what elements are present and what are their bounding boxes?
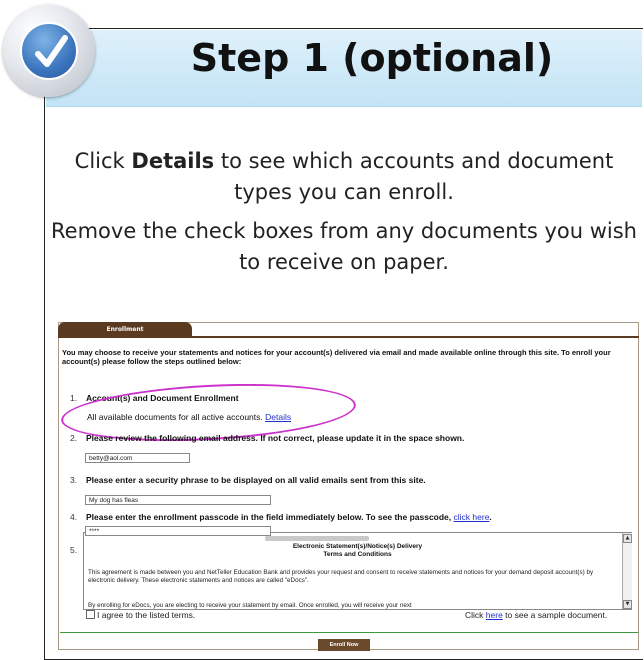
step3-title: Please enter a security phrase to be dis… xyxy=(86,475,426,485)
checkmark-badge-icon xyxy=(3,5,95,97)
security-phrase-field[interactable]: My dog has fleas xyxy=(85,495,271,505)
terms-paragraph-1: This agreement is made between you and N… xyxy=(88,569,594,584)
enrollment-intro-text: You may choose to receive your statement… xyxy=(62,348,611,366)
terms-paragraph-2: By enrolling for eDocs, you are electing… xyxy=(88,602,412,609)
agree-label: I agree to the listed terms. xyxy=(97,610,196,620)
step4-number: 4. xyxy=(70,512,78,522)
step2-number: 2. xyxy=(70,433,78,443)
scroll-down-icon[interactable]: ▼ xyxy=(623,600,632,609)
step2-title: Please review the following email addres… xyxy=(86,433,465,443)
tab-underline xyxy=(58,336,639,338)
agree-checkbox[interactable] xyxy=(86,610,95,619)
divider-rule xyxy=(60,632,638,633)
enroll-now-button[interactable]: Enroll Now xyxy=(318,639,370,651)
sample-here-link[interactable]: here xyxy=(486,610,503,620)
step-title: Step 1 (optional) xyxy=(190,36,554,80)
step3-number: 3. xyxy=(70,475,78,485)
passcode-click-here-link[interactable]: click here xyxy=(454,512,490,522)
agree-terms[interactable]: I agree to the listed terms. xyxy=(86,610,195,620)
terms-title: Electronic Statement(s)/Notice(s) Delive… xyxy=(292,543,423,550)
terms-scrollbar[interactable] xyxy=(622,533,632,609)
step5-number: 5. xyxy=(70,545,78,555)
step1-number: 1. xyxy=(70,393,78,403)
email-field[interactable]: betty@aol.com xyxy=(85,453,190,463)
redacted-bank-name xyxy=(265,536,369,541)
intro-paper-instruction: Remove the check boxes from any document… xyxy=(51,219,637,274)
intro-details-instruction: Click Details to see which accounts and … xyxy=(74,149,614,204)
step4-title: Please enter the enrollment passcode in … xyxy=(86,512,492,522)
scroll-up-icon[interactable]: ▲ xyxy=(623,534,632,543)
tab-enrollment[interactable]: Enrollment xyxy=(58,322,192,337)
passcode-field[interactable]: **** xyxy=(85,526,271,536)
details-keyword: Details xyxy=(131,149,215,173)
sample-document-text: Click here to see a sample document. xyxy=(465,610,608,620)
terms-subtitle: Terms and Conditions xyxy=(323,551,392,558)
